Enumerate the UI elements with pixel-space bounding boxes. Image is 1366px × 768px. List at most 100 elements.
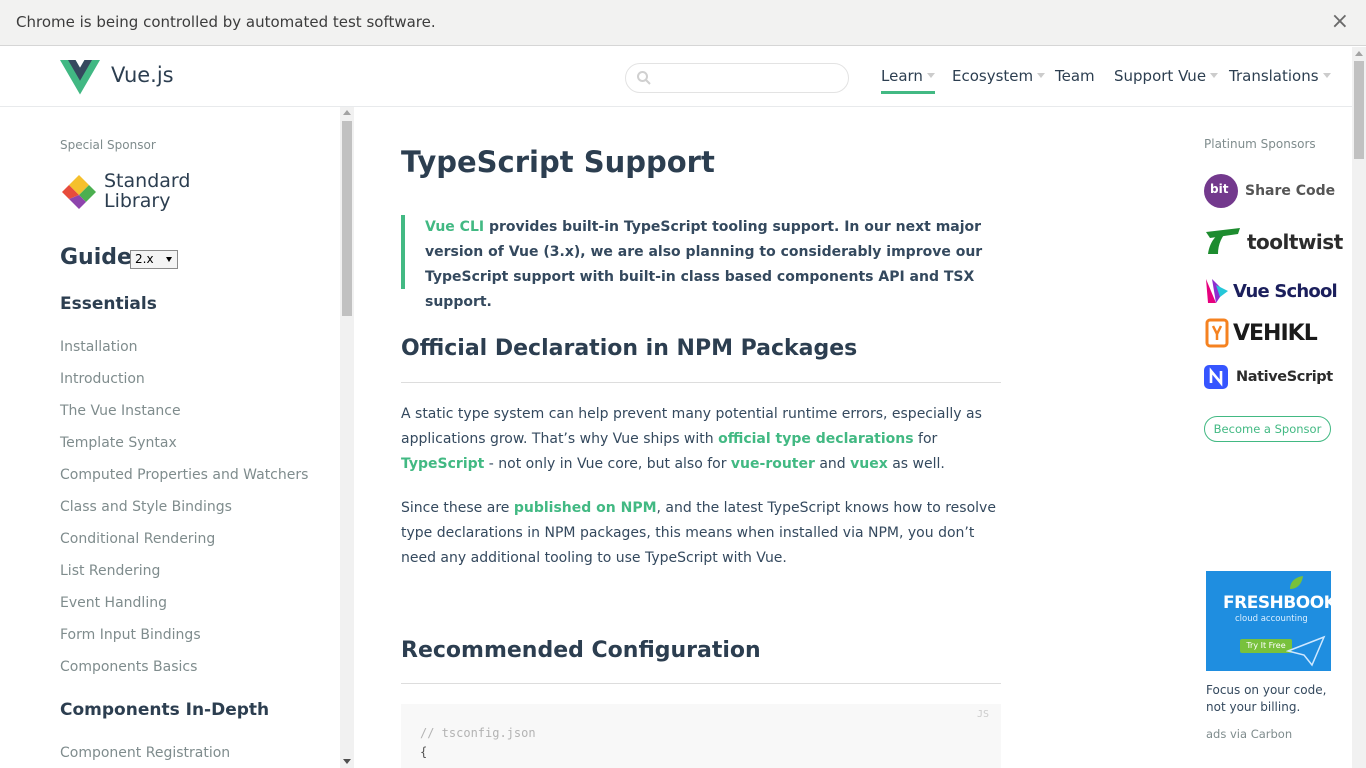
bit-badge: bit xyxy=(1210,182,1229,196)
p1-text-2: for xyxy=(913,431,938,447)
nav-learn-label: Learn xyxy=(881,67,923,85)
brand-name[interactable]: Vue.js xyxy=(111,63,174,87)
chevron-down-icon xyxy=(1322,73,1331,78)
sidebar-scrollbar[interactable] xyxy=(340,107,354,768)
platinum-sponsors-label: Platinum Sponsors xyxy=(1204,137,1316,151)
vue-router-link[interactable]: vue-router xyxy=(731,456,815,472)
ad-via-carbon[interactable]: ads via Carbon xyxy=(1206,727,1292,741)
official-type-declarations-link[interactable]: official type declarations xyxy=(718,431,913,447)
sidebar-item-vue-instance[interactable]: The Vue Instance xyxy=(60,403,181,419)
nativescript-logo-icon xyxy=(1204,365,1228,389)
p1-text-3: - not only in Vue core, but also for xyxy=(484,456,731,472)
sidebar-item-list-rendering[interactable]: List Rendering xyxy=(60,563,160,579)
sponsor-vue-school[interactable]: Vue School xyxy=(1204,277,1338,305)
tooltwist-logo-icon xyxy=(1206,228,1240,254)
heading-divider xyxy=(401,382,1001,383)
typescript-link[interactable]: TypeScript xyxy=(401,456,484,472)
search-icon xyxy=(637,71,651,85)
nav-team-label: Team xyxy=(1055,67,1095,85)
code-block: JS // tsconfig.json { xyxy=(401,704,1001,768)
search-input[interactable] xyxy=(658,68,838,88)
sponsor-name: VEHIKL xyxy=(1233,320,1318,346)
published-on-npm-link[interactable]: published on NPM xyxy=(514,500,657,516)
close-icon[interactable]: × xyxy=(1331,11,1349,33)
version-select[interactable]: 2.x xyxy=(130,250,178,269)
tip-callout: Vue CLI provides built-in TypeScript too… xyxy=(401,215,991,310)
vue-school-logo-icon xyxy=(1206,279,1228,303)
special-sponsor-label: Special Sponsor xyxy=(60,138,156,152)
nav-ecosystem[interactable]: Ecosystem xyxy=(952,67,1046,85)
chevron-down-icon xyxy=(1037,73,1046,78)
standard-library-logo-icon[interactable] xyxy=(60,173,98,211)
search-box[interactable] xyxy=(625,63,849,93)
paragraph-npm: Since these are published on NPM, and th… xyxy=(401,496,1001,571)
ad-cta: Try It Free xyxy=(1240,639,1292,653)
sidebar-item-class-style-bindings[interactable]: Class and Style Bindings xyxy=(60,499,232,515)
page-scrollbar-thumb[interactable] xyxy=(1354,61,1364,159)
become-sponsor-button[interactable]: Become a Sponsor xyxy=(1204,416,1331,442)
code-line: // tsconfig.json xyxy=(420,726,536,740)
standard-library-sponsor[interactable]: Standard Library xyxy=(104,171,190,211)
page-scrollbar[interactable] xyxy=(1352,47,1366,768)
paragraph-type-system: A static type system can help prevent ma… xyxy=(401,402,1001,477)
nav-learn[interactable]: Learn xyxy=(881,67,935,94)
sidebar-item-form-input-bindings[interactable]: Form Input Bindings xyxy=(60,627,201,643)
nav-support-vue-label: Support Vue xyxy=(1114,67,1207,85)
sponsor-name: Vue School xyxy=(1233,280,1338,302)
sponsor-name: tooltwist xyxy=(1247,230,1343,254)
ad-brand-sub: cloud accounting xyxy=(1235,614,1308,624)
chevron-down-icon xyxy=(1210,73,1219,78)
main-content: TypeScript Support Vue CLI provides buil… xyxy=(401,107,1001,768)
p1-text-4: and xyxy=(814,456,851,472)
sidebar-item-template-syntax[interactable]: Template Syntax xyxy=(60,435,177,451)
standard-library-line1: Standard xyxy=(104,170,191,192)
automation-infobar: Chrome is being controlled by automated … xyxy=(0,0,1366,46)
nav-ecosystem-label: Ecosystem xyxy=(952,67,1034,85)
vue-logo-icon[interactable] xyxy=(60,60,100,96)
sidebar-item-components-basics[interactable]: Components Basics xyxy=(60,659,197,675)
carbon-ad-image[interactable]: FRESHBOOKS cloud accounting Try It Free xyxy=(1206,571,1331,671)
sponsor-nativescript[interactable]: NativeScript xyxy=(1204,365,1333,389)
sidebar-item-component-registration[interactable]: Component Registration xyxy=(60,745,230,761)
standard-library-line2: Library xyxy=(104,190,171,212)
scroll-up-icon[interactable] xyxy=(343,110,351,115)
code-language-label: JS xyxy=(976,709,989,720)
scroll-up-icon[interactable] xyxy=(1355,51,1363,56)
p2-text-1: Since these are xyxy=(401,500,514,516)
vue-cli-link[interactable]: Vue CLI xyxy=(425,219,484,235)
sidebar-item-conditional-rendering[interactable]: Conditional Rendering xyxy=(60,531,215,547)
p1-text-5: as well. xyxy=(887,456,945,472)
sidebar-item-computed-properties[interactable]: Computed Properties and Watchers xyxy=(60,467,308,483)
sidebar-item-installation[interactable]: Installation xyxy=(60,339,138,355)
nav-translations[interactable]: Translations xyxy=(1229,67,1331,85)
scroll-down-icon[interactable] xyxy=(343,759,351,764)
vuex-link[interactable]: vuex xyxy=(850,456,888,472)
sidebar-item-introduction[interactable]: Introduction xyxy=(60,371,145,387)
guide-title: Guide xyxy=(60,245,132,270)
nav-team[interactable]: Team xyxy=(1055,67,1095,85)
nav-support-vue[interactable]: Support Vue xyxy=(1114,67,1219,85)
sidebar-scrollbar-thumb[interactable] xyxy=(342,121,352,316)
heading-divider xyxy=(401,683,1001,684)
page-title: TypeScript Support xyxy=(401,145,715,179)
version-select-value: 2.x xyxy=(135,252,154,266)
heading-official-declaration: Official Declaration in NPM Packages xyxy=(401,336,858,361)
chevron-down-icon xyxy=(926,73,935,78)
paper-plane-icon xyxy=(1286,635,1326,667)
ad-text[interactable]: Focus on your code, not your billing. xyxy=(1206,682,1336,716)
site-header: Vue.js Learn Ecosystem Team Support Vue … xyxy=(0,47,1352,107)
ad-brand: FRESHBOOKS xyxy=(1223,593,1331,613)
nav-translations-label: Translations xyxy=(1229,67,1319,85)
sponsor-name: Share Code xyxy=(1245,183,1336,199)
heading-recommended-configuration: Recommended Configuration xyxy=(401,638,761,663)
sponsor-bit[interactable]: bit Share Code xyxy=(1204,174,1335,208)
sponsor-tooltwist[interactable]: tooltwist xyxy=(1204,224,1343,260)
chevron-down-icon xyxy=(166,257,172,262)
sidebar: Special Sponsor Standard Library Guide 2… xyxy=(0,107,354,768)
sponsor-name: NativeScript xyxy=(1236,369,1333,385)
infobar-message: Chrome is being controlled by automated … xyxy=(16,13,436,31)
sponsor-vehikl[interactable]: VEHIKL xyxy=(1204,318,1318,348)
sidebar-item-event-handling[interactable]: Event Handling xyxy=(60,595,167,611)
code-line: { xyxy=(420,745,428,759)
section-title-essentials: Essentials xyxy=(60,294,157,314)
